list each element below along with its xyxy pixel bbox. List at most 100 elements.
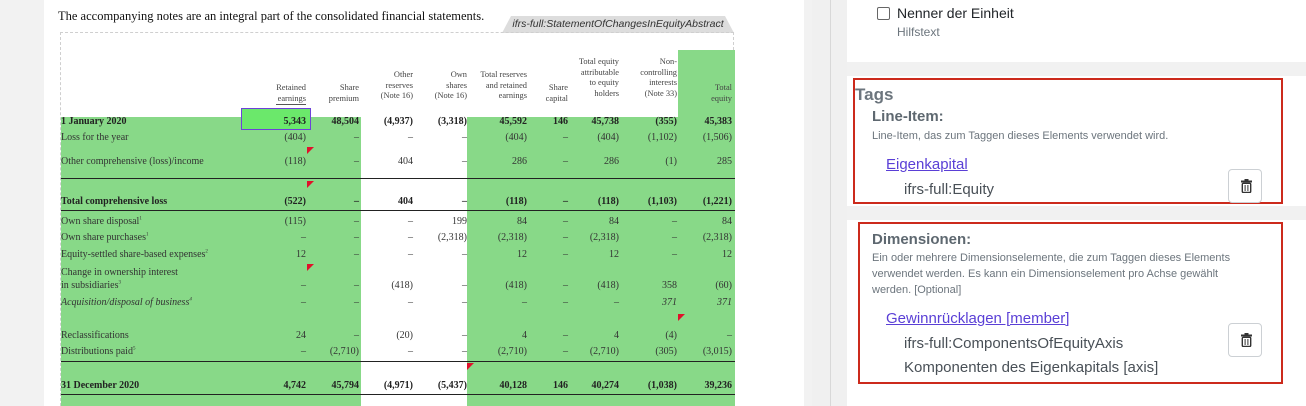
table-cell[interactable]: 4 (614, 330, 619, 341)
table-cell[interactable]: (1,038) (648, 380, 677, 391)
table-cell[interactable]: – (563, 232, 568, 243)
table-cell[interactable]: (305) (655, 346, 677, 357)
flag-marker[interactable] (307, 147, 314, 154)
pane-divider[interactable] (830, 0, 831, 406)
table-cell[interactable]: – (462, 132, 467, 143)
table-cell[interactable]: – (462, 346, 467, 357)
table-cell[interactable]: (3,318) (438, 116, 467, 127)
table-cell[interactable]: 5,343 (284, 116, 307, 127)
table-cell[interactable]: (522) (284, 196, 306, 207)
table-cell[interactable]: – (354, 216, 359, 227)
table-cell[interactable]: (1,506) (703, 132, 732, 143)
remove-line-item-button[interactable] (1228, 169, 1262, 203)
table-cell[interactable]: 40,274 (592, 380, 620, 391)
table-cell[interactable]: (118) (285, 156, 306, 167)
unit-denominator-checkbox[interactable] (877, 7, 890, 20)
table-cell[interactable]: 45,794 (332, 380, 360, 391)
table-cell[interactable]: (355) (655, 116, 677, 127)
table-cell[interactable]: – (408, 216, 413, 227)
table-cell[interactable]: – (301, 280, 306, 291)
table-cell[interactable]: – (563, 156, 568, 167)
table-cell[interactable]: – (672, 232, 677, 243)
table-cell[interactable]: (1) (665, 156, 677, 167)
table-cell[interactable]: – (563, 280, 568, 291)
remove-dimension-button[interactable] (1228, 323, 1262, 357)
document-viewer[interactable]: The accompanying notes are an integral p… (0, 0, 812, 406)
table-cell[interactable]: (20) (396, 330, 413, 341)
table-cell[interactable]: 24 (296, 330, 306, 341)
table-cell[interactable]: – (462, 249, 467, 260)
table-cell[interactable]: (404) (284, 132, 306, 143)
table-cell[interactable]: – (462, 297, 467, 308)
table-cell[interactable]: (1,102) (648, 132, 677, 143)
table-cell[interactable]: 45,383 (705, 116, 733, 127)
flag-marker[interactable] (307, 264, 314, 271)
table-cell[interactable]: 48,504 (332, 116, 360, 127)
table-cell[interactable]: 286 (604, 156, 619, 167)
table-cell[interactable]: 45,738 (592, 116, 620, 127)
table-cell[interactable]: 358 (662, 280, 677, 291)
table-cell[interactable]: – (408, 232, 413, 243)
table-cell[interactable]: 12 (722, 249, 732, 260)
table-cell[interactable]: – (354, 196, 359, 207)
table-cell[interactable]: (404) (597, 132, 619, 143)
table-cell[interactable]: – (462, 330, 467, 341)
table-cell[interactable]: 371 (662, 297, 677, 308)
table-cell[interactable]: 199 (452, 216, 467, 227)
table-cell[interactable]: 84 (722, 216, 732, 227)
table-cell[interactable]: – (408, 132, 413, 143)
line-item-link[interactable]: Eigenkapital (886, 156, 968, 173)
table-cell[interactable]: 84 (517, 216, 527, 227)
table-cell[interactable]: – (354, 132, 359, 143)
table-cell[interactable]: (2,710) (330, 346, 359, 357)
table-cell[interactable]: – (522, 297, 527, 308)
table-cell[interactable]: 12 (296, 249, 306, 260)
table-cell[interactable]: – (408, 346, 413, 357)
table-cell[interactable]: 286 (512, 156, 527, 167)
table-cell[interactable]: 12 (517, 249, 527, 260)
table-cell[interactable]: – (462, 280, 467, 291)
table-cell[interactable]: 40,128 (500, 380, 528, 391)
table-cell[interactable]: (2,710) (590, 346, 619, 357)
table-cell[interactable]: 146 (553, 116, 568, 127)
table-cell[interactable]: 146 (553, 380, 568, 391)
table-cell[interactable]: (418) (391, 280, 413, 291)
flag-marker[interactable] (678, 314, 685, 321)
table-cell[interactable]: – (354, 297, 359, 308)
table-cell[interactable]: – (614, 297, 619, 308)
flag-marker[interactable] (467, 363, 474, 370)
table-cell[interactable]: – (563, 346, 568, 357)
table-cell[interactable]: 404 (398, 196, 413, 207)
dimension-member-link[interactable]: Gewinnrücklagen [member] (886, 310, 1069, 327)
table-cell[interactable]: 39,236 (705, 380, 733, 391)
table-cell[interactable]: – (462, 196, 467, 207)
table-cell[interactable]: (418) (597, 280, 619, 291)
table-cell[interactable]: (5,437) (438, 380, 467, 391)
table-cell[interactable]: (1,221) (703, 196, 732, 207)
table-cell[interactable]: (118) (598, 196, 619, 207)
table-cell[interactable]: (4,937) (384, 116, 413, 127)
table-cell[interactable]: – (408, 249, 413, 260)
table-cell[interactable]: – (408, 297, 413, 308)
table-cell[interactable]: (2,318) (438, 232, 467, 243)
table-cell[interactable]: (4,971) (384, 380, 413, 391)
table-cell[interactable]: – (563, 196, 568, 207)
concept-tag-label[interactable]: ifrs-full:StatementOfChangesInEquityAbst… (502, 16, 734, 33)
table-cell[interactable]: – (462, 156, 467, 167)
unit-denominator-label[interactable]: Nenner der Einheit (897, 5, 1014, 21)
table-cell[interactable]: – (563, 132, 568, 143)
table-cell[interactable]: 285 (717, 156, 732, 167)
table-cell[interactable]: (404) (505, 132, 527, 143)
table-cell[interactable]: – (563, 330, 568, 341)
table-cell[interactable]: – (354, 232, 359, 243)
table-cell[interactable]: – (301, 232, 306, 243)
table-cell[interactable]: (418) (505, 280, 527, 291)
table-cell[interactable]: 45,592 (500, 116, 528, 127)
tagged-area[interactable] (467, 117, 735, 406)
table-cell[interactable]: – (672, 216, 677, 227)
table-cell[interactable]: – (354, 330, 359, 341)
table-cell[interactable]: (1,103) (648, 196, 677, 207)
table-cell[interactable]: – (354, 280, 359, 291)
table-cell[interactable]: 404 (398, 156, 413, 167)
table-cell[interactable]: – (563, 297, 568, 308)
